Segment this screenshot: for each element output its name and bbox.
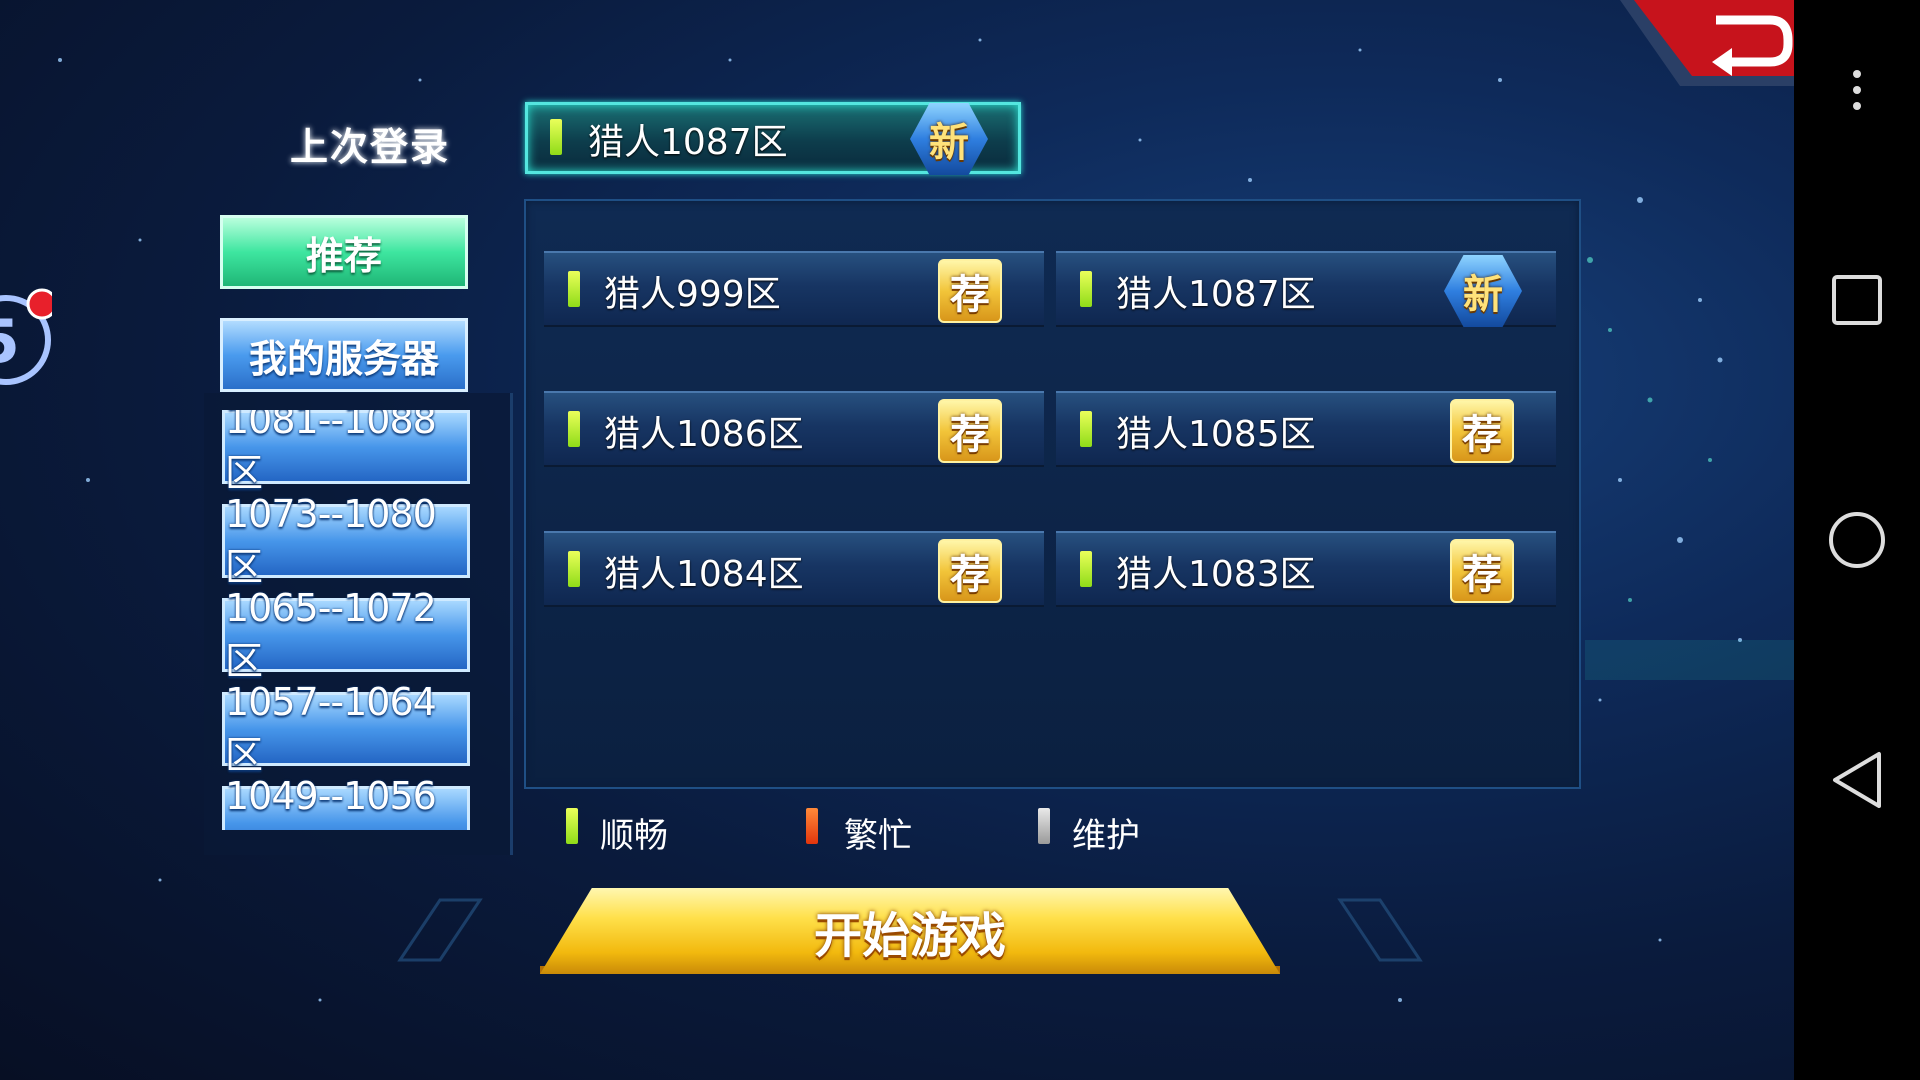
game-screen: 5 上次登录 猎人1087区 新 推荐 我的服务器 1081--1088区 10…: [0, 0, 1794, 1080]
legend-green-swatch: [566, 808, 578, 844]
status-indicator-green: [568, 411, 580, 447]
new-badge-icon: 新: [1444, 255, 1522, 327]
range-item[interactable]: 1065--1072区: [222, 586, 470, 683]
legend-gray-swatch: [1038, 808, 1050, 844]
server-item-1086[interactable]: 猎人1086区 荐: [544, 391, 1044, 467]
more-vert-icon[interactable]: [1794, 50, 1920, 130]
status-indicator-green: [568, 551, 580, 587]
recommended-badge-icon: 荐: [938, 539, 1002, 603]
server-name: 猎人1085区: [1116, 414, 1316, 455]
server-name: 猎人1087区: [588, 122, 788, 163]
legend-label: 繁忙: [844, 816, 912, 856]
start-game-button[interactable]: 开始游戏: [540, 888, 1280, 974]
recommended-badge-icon: 荐: [1450, 539, 1514, 603]
legend-label: 维护: [1072, 816, 1140, 856]
server-name: 猎人1087区: [1116, 274, 1316, 315]
server-list-panel: 猎人999区 荐 猎人1087区 新 猎人1086区 荐 猎人1085区 荐 猎…: [524, 199, 1581, 789]
last-login-server[interactable]: 猎人1087区 新: [525, 102, 1021, 175]
server-name: 猎人1084区: [604, 554, 804, 595]
svg-text:5: 5: [0, 307, 20, 377]
status-indicator-green: [1080, 551, 1092, 587]
triangle-back-icon[interactable]: [1794, 740, 1920, 820]
legend-red-swatch: [806, 808, 818, 844]
range-list[interactable]: 1081--1088区 1073--1080区 1065--1072区 1057…: [222, 410, 472, 830]
server-name: 猎人1086区: [604, 414, 804, 455]
server-name: 猎人999区: [604, 274, 781, 315]
notification-dot: [26, 288, 52, 320]
floating-assistant-icon[interactable]: 5: [0, 270, 52, 400]
server-item-1083[interactable]: 猎人1083区 荐: [1056, 531, 1556, 607]
status-indicator-green: [568, 271, 580, 307]
tab-recommended[interactable]: 推荐: [220, 215, 468, 289]
range-item[interactable]: 1081--1088区: [222, 410, 470, 495]
server-item-1085[interactable]: 猎人1085区 荐: [1056, 391, 1556, 467]
range-item[interactable]: 1057--1064区: [222, 680, 470, 777]
tab-my-servers[interactable]: 我的服务器: [220, 318, 468, 392]
new-badge-icon: 新: [910, 103, 988, 175]
recommended-badge-icon: 荐: [938, 259, 1002, 323]
status-indicator-green: [1080, 411, 1092, 447]
status-indicator-green: [1080, 271, 1092, 307]
server-item-1087[interactable]: 猎人1087区 新: [1056, 251, 1556, 327]
legend-label: 顺畅: [600, 816, 668, 856]
recommended-badge-icon: 荐: [1450, 399, 1514, 463]
range-item[interactable]: 1049--1056区: [222, 774, 470, 830]
status-indicator-green: [550, 119, 562, 155]
recommended-badge-icon: 荐: [938, 399, 1002, 463]
server-item-999[interactable]: 猎人999区 荐: [544, 251, 1044, 327]
square-recents-icon[interactable]: [1794, 260, 1920, 340]
server-name: 猎人1083区: [1116, 554, 1316, 595]
back-button[interactable]: [1620, 0, 1794, 86]
system-nav-bar: [1794, 0, 1920, 1080]
last-login-label: 上次登录: [290, 125, 451, 169]
server-item-1084[interactable]: 猎人1084区 荐: [544, 531, 1044, 607]
circle-home-icon[interactable]: [1794, 500, 1920, 580]
range-item[interactable]: 1073--1080区: [222, 492, 470, 589]
